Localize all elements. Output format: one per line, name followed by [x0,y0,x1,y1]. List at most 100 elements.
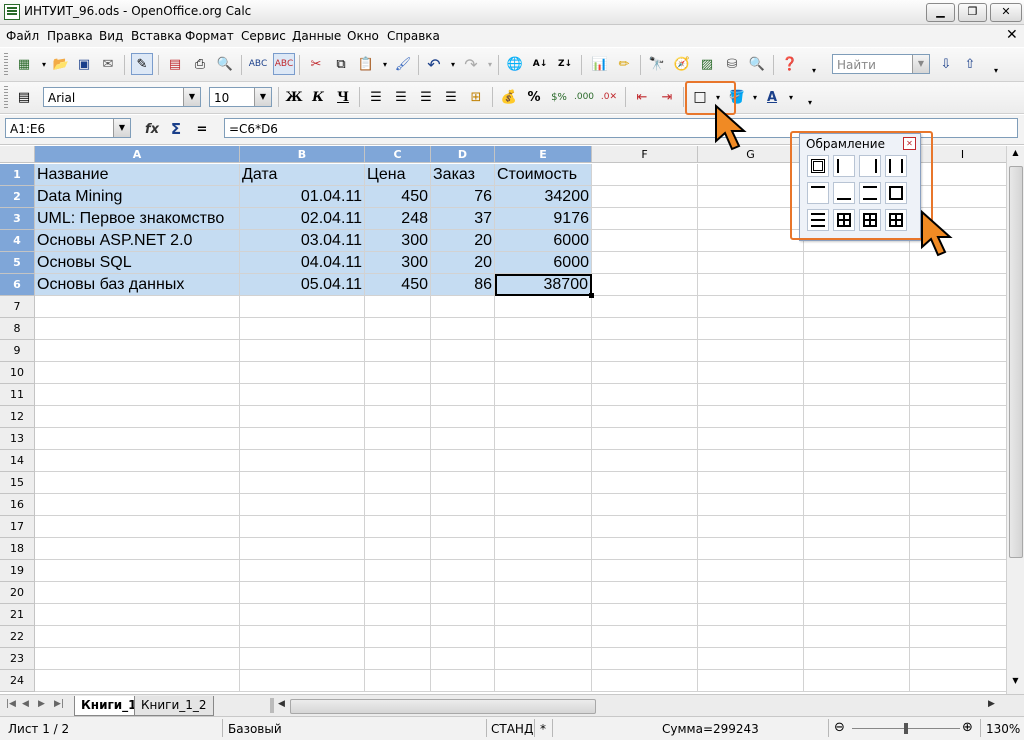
grid-cell[interactable] [804,252,910,274]
table-cell[interactable]: 248 [365,208,431,230]
menu-window[interactable]: Окно [347,29,379,43]
spellcheck-icon[interactable]: ABC [248,54,268,74]
grid-cell[interactable] [804,648,910,670]
open-icon[interactable]: 📂 [51,54,71,74]
zoom-level[interactable]: 130% [986,722,1020,736]
grid-cell[interactable] [431,472,495,494]
grid-cell[interactable] [910,670,1006,692]
grid-cell[interactable] [910,604,1006,626]
grid-cell[interactable] [592,582,698,604]
cut-icon[interactable]: ✂ [306,54,326,74]
grid-cell[interactable] [910,428,1006,450]
grid-cell[interactable] [804,582,910,604]
column-header-d[interactable]: D [431,146,495,163]
grid-cell[interactable] [431,296,495,318]
grid-cell[interactable] [698,494,804,516]
grid-cell[interactable] [365,582,431,604]
row-header[interactable]: 22 [0,626,35,648]
menu-insert[interactable]: Вставка [131,29,182,43]
grid-cell[interactable] [698,252,804,274]
table-cell[interactable]: Цена [365,164,431,186]
grid-cell[interactable] [592,648,698,670]
grid-cell[interactable] [365,296,431,318]
table-cell[interactable]: Основы SQL [35,252,240,274]
selection-sum[interactable]: Сумма=299243 [662,722,759,736]
grid-cell[interactable] [592,384,698,406]
row-header[interactable]: 5 [0,252,35,274]
row-header[interactable]: 17 [0,516,35,538]
sheet-tab[interactable]: Книги_1_2 [134,696,214,716]
grid-cell[interactable] [804,626,910,648]
decrease-indent-icon[interactable]: ⇤ [632,87,652,107]
delete-decimal-icon[interactable]: .0✕ [599,87,619,107]
grid-cell[interactable] [592,296,698,318]
grid-cell[interactable] [910,340,1006,362]
standard-format-icon[interactable]: $% [549,87,569,107]
grid-cell[interactable] [365,648,431,670]
grid-cell[interactable] [592,406,698,428]
row-header[interactable]: 1 [0,164,35,186]
grid-cell[interactable] [592,164,698,186]
menu-edit[interactable]: Правка [47,29,93,43]
find-next-icon[interactable]: ⇩ [936,54,956,74]
grid-cell[interactable] [240,538,365,560]
grid-cell[interactable] [592,362,698,384]
grid-cell[interactable] [804,560,910,582]
scroll-left-icon[interactable]: ◀ [278,699,285,709]
table-cell[interactable]: 02.04.11 [240,208,365,230]
table-cell[interactable]: 04.04.11 [240,252,365,274]
grid-cell[interactable] [240,340,365,362]
grid-cell[interactable] [592,230,698,252]
grid-cell[interactable] [804,274,910,296]
grid-cell[interactable] [495,406,592,428]
row-header[interactable]: 20 [0,582,35,604]
new-document-icon[interactable]: ▦ [14,54,34,74]
grid-cell[interactable] [495,516,592,538]
grid-cell[interactable] [240,296,365,318]
row-header[interactable]: 21 [0,604,35,626]
grid-cell[interactable] [495,340,592,362]
grid-cell[interactable] [431,450,495,472]
menu-view[interactable]: Вид [99,29,123,43]
grid-cell[interactable] [431,406,495,428]
grid-cell[interactable] [910,384,1006,406]
tab-splitter[interactable] [270,698,274,713]
table-cell[interactable]: Заказ [431,164,495,186]
format-overflow-icon[interactable]: ▾ [800,92,820,112]
align-center-icon[interactable]: ☰ [391,87,411,107]
grid-cell[interactable] [35,362,240,384]
undo-icon[interactable]: ↶ [424,54,444,74]
row-header[interactable]: 18 [0,538,35,560]
grid-cell[interactable] [431,318,495,340]
grid-cell[interactable] [592,186,698,208]
grid-cell[interactable] [35,296,240,318]
styles-formatting-icon[interactable]: ▤ [14,87,34,107]
find-overflow-icon[interactable]: ▾ [986,60,1006,80]
grid-cell[interactable] [240,626,365,648]
grid-cell[interactable] [804,450,910,472]
find-field[interactable]: Найти ▼ [832,54,930,74]
grid-cell[interactable] [698,560,804,582]
grid-cell[interactable] [495,318,592,340]
grid-cell[interactable] [804,604,910,626]
grid-cell[interactable] [698,450,804,472]
grid-cell[interactable] [592,252,698,274]
horizontal-scroll-thumb[interactable] [290,699,596,714]
grid-cell[interactable] [910,318,1006,340]
grid-cell[interactable] [431,340,495,362]
grid-cell[interactable] [698,208,804,230]
grid-cell[interactable] [910,274,1006,296]
grid-cell[interactable] [431,428,495,450]
grid-cell[interactable] [35,538,240,560]
grid-cell[interactable] [804,406,910,428]
next-sheet-icon[interactable]: ▶ [38,699,45,709]
grid-cell[interactable] [910,450,1006,472]
grid-cell[interactable] [495,494,592,516]
selection-mode[interactable]: СТАНД [491,722,533,736]
grid-cell[interactable] [592,472,698,494]
table-cell[interactable]: Основы баз данных [35,274,240,296]
grid-cell[interactable] [365,670,431,692]
grid-cell[interactable] [592,538,698,560]
table-cell[interactable]: 34200 [495,186,592,208]
grid-cell[interactable] [240,604,365,626]
